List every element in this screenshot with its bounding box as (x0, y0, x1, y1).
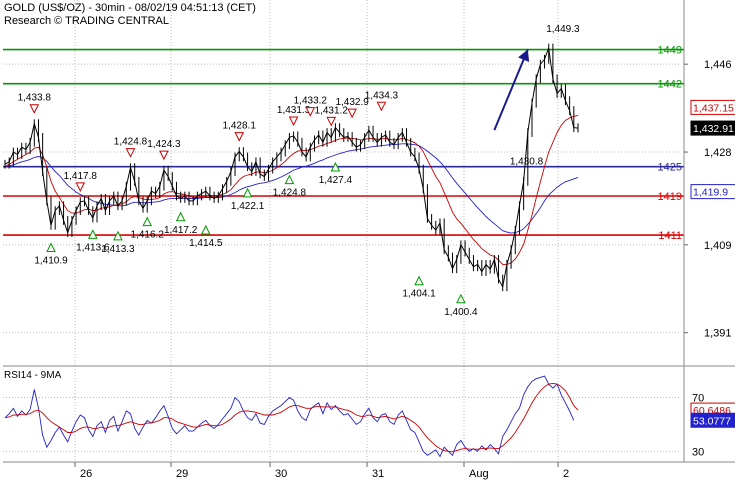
peak-label: 1,433.8 (18, 93, 52, 104)
trough-label: 1,424.8 (273, 188, 307, 199)
y-tick-label: 1,428 (704, 147, 732, 159)
price-tag-label: 1,432.91 (693, 123, 734, 135)
level-label-1449: 1449 (658, 45, 682, 57)
price-label: 1,430.8 (510, 156, 544, 167)
x-tick-label: 26 (80, 468, 92, 480)
gold-chart: 1449 1442 1425 1419 1411 1,433.8 1,417.8 1,424… (0, 0, 735, 480)
price-label: 1,449.3 (546, 24, 580, 35)
y-tick-label: 1,391 (704, 328, 732, 340)
trough-label: 1,414.5 (189, 238, 223, 249)
peak-label: 1,424.3 (147, 139, 181, 150)
level-label-1442: 1442 (658, 79, 682, 91)
trough-label: 1,413.3 (101, 244, 135, 255)
x-tick-label: 2 (563, 468, 569, 480)
trough-label: 1,400.4 (444, 307, 478, 318)
trough-label: 1,416.2 (131, 230, 165, 241)
level-label-1419: 1419 (658, 191, 682, 203)
x-tick-label: 30 (275, 468, 287, 480)
trough-label: 1,404.1 (402, 289, 436, 300)
rsi-tick-label: 30 (692, 446, 704, 458)
trough-label: 1,417.2 (164, 225, 198, 236)
y-tick-label: 1,446 (704, 59, 732, 71)
chart-source: Research © TRADING CENTRAL (4, 15, 169, 27)
chart-title: GOLD (US$/OZ) - 30min - 08/02/19 04:51:1… (4, 2, 256, 14)
peak-label: 1,417.8 (64, 171, 98, 182)
x-tick-label: 31 (372, 468, 384, 480)
peak-label: 1,428.1 (223, 121, 257, 132)
level-label-1425: 1425 (658, 162, 682, 174)
y-tick-label: 1,409 (704, 240, 732, 252)
level-label-1411: 1411 (658, 230, 682, 242)
peak-label: 1,434.3 (365, 90, 399, 101)
trough-label: 1,427.4 (319, 175, 353, 186)
x-tick-label: 29 (176, 468, 188, 480)
x-tick-label: Aug (469, 468, 489, 480)
rsi-tag-label: 53.0777 (693, 415, 731, 427)
peak-label: 1,424.8 (114, 137, 148, 148)
trough-label: 1,422.1 (231, 201, 265, 212)
rsi-title: RSI14 - 9MA (4, 370, 62, 381)
price-tag-label: 1,419.9 (693, 187, 728, 199)
price-tag-label: 1,437.15 (693, 102, 734, 114)
trough-label: 1,410.9 (34, 256, 68, 267)
